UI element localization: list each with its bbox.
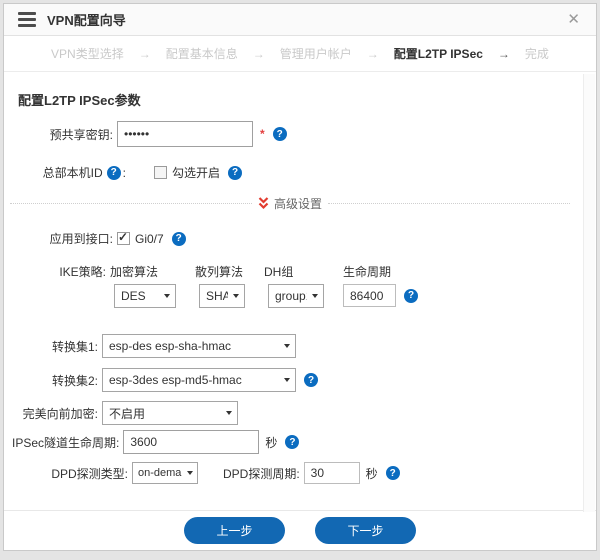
pfs-label: 完美向前加密: [18,405,98,422]
section-title: 配置L2TP IPSec参数 [18,90,570,109]
local-id-help-icon[interactable]: ? [107,166,121,180]
dropdown-arrow-icon [226,411,232,415]
step-arrow-icon: → [367,47,379,61]
transform2-row: 转换集2: esp-3des esp-md5-hmac ? [18,368,570,392]
advanced-settings-label: 高级设置 [274,195,322,212]
dpd-type-value: on-demand [138,467,182,479]
divider-line [328,203,570,204]
local-id-row: 总部本机ID ? : 勾选开启 ? [18,164,570,181]
dpd-row: DPD探测类型: on-demand DPD探测周期: 秒 ? [18,462,570,484]
ike-encryption-value: DES [121,289,146,303]
pfs-select[interactable]: 不启用 [102,401,238,425]
footer: 上一步 下一步 [4,510,596,550]
interface-checkbox[interactable] [117,232,130,245]
dropdown-arrow-icon [233,294,239,298]
local-id-checkbox-label: 勾选开启 [172,164,220,181]
next-button[interactable]: 下一步 [315,517,416,544]
transform1-label: 转换集1: [18,338,98,355]
psk-help-icon[interactable]: ? [273,127,287,141]
ike-hash-select[interactable]: SHA [199,284,245,308]
dpd-interval-unit: 秒 [366,465,378,482]
interface-label: 应用到接口: [18,230,113,247]
ipsec-lifetime-help-icon[interactable]: ? [285,435,299,449]
ike-dh-select[interactable]: group1 [268,284,324,308]
chevron-double-down-icon [258,197,269,210]
transform2-select[interactable]: esp-3des esp-md5-hmac [102,368,296,392]
ike-policy-row: IKE策略: 加密算法 DES 散列算法 SHA DH组 group1 [18,264,570,308]
transform2-help-icon[interactable]: ? [304,373,318,387]
step-basic-info: 配置基本信息 [166,45,238,62]
interface-help-icon[interactable]: ? [172,232,186,246]
dropdown-arrow-icon [284,344,290,348]
dpd-type-label: DPD探测类型: [18,465,128,482]
step-l2tp-ipsec: 配置L2TP IPSec [394,45,483,62]
dpd-interval-help-icon[interactable]: ? [386,466,400,480]
ike-lifetime-input[interactable] [343,284,396,307]
dialog-title: VPN配置向导 [47,10,126,29]
ike-dh-label: DH组 [264,264,324,280]
ike-lifetime-label: 生命周期 [343,264,418,280]
interface-checkbox-label: Gi0/7 [135,232,164,246]
transform1-value: esp-des esp-sha-hmac [109,339,231,353]
local-id-label-group: 总部本机ID ? : [18,164,126,181]
dropdown-arrow-icon [164,294,170,298]
close-icon[interactable]: ✕ [567,12,580,27]
step-arrow-icon: → [498,47,510,61]
psk-input[interactable] [117,121,253,147]
psk-row: 预共享密钥: * ? [18,121,570,147]
step-arrow-icon: → [139,47,151,61]
transform2-label: 转换集2: [18,372,98,389]
ipsec-lifetime-input[interactable] [123,430,259,454]
ike-lifetime-help-icon[interactable]: ? [404,289,418,303]
ike-hash-value: SHA [206,289,228,303]
advanced-settings-toggle[interactable]: 高级设置 [258,195,322,212]
local-id-label: 总部本机ID [43,164,103,181]
vpn-wizard-dialog: VPN配置向导 ✕ VPN类型选择 → 配置基本信息 → 管理用户帐户 → 配置… [3,3,597,551]
ipsec-lifetime-row: IPSec隧道生命周期: 秒 ? [12,430,570,454]
interface-row: 应用到接口: Gi0/7 ? [18,230,570,247]
ike-policy-label: IKE策略: [18,264,106,280]
dpd-interval-input[interactable] [304,462,360,484]
local-id-checkbox[interactable] [154,166,167,179]
divider-line [10,203,252,204]
ike-lifetime-group: 生命周期 ? [343,264,418,307]
local-id-colon: : [123,166,126,180]
local-id-enable-help-icon[interactable]: ? [228,166,242,180]
ipsec-lifetime-label: IPSec隧道生命周期: [12,434,119,451]
wizard-steps: VPN类型选择 → 配置基本信息 → 管理用户帐户 → 配置L2TP IPSec… [4,36,596,72]
dpd-type-select[interactable]: on-demand [132,462,198,484]
ike-hash-label: 散列算法 [195,264,245,280]
ike-encryption-group: 加密算法 DES [110,264,176,308]
ike-encryption-label: 加密算法 [110,264,176,280]
step-vpn-type: VPN类型选择 [51,45,124,62]
ipsec-lifetime-unit: 秒 [265,434,277,451]
psk-label: 预共享密钥: [18,126,113,143]
dropdown-arrow-icon [284,378,290,382]
transform2-value: esp-3des esp-md5-hmac [109,373,242,387]
ike-hash-group: 散列算法 SHA [195,264,245,308]
ike-dh-group: DH组 group1 [264,264,324,308]
prev-button[interactable]: 上一步 [184,517,285,544]
ike-encryption-select[interactable]: DES [114,284,176,308]
step-finish: 完成 [525,45,549,62]
step-user-account: 管理用户帐户 [280,45,352,62]
form-content: 配置L2TP IPSec参数 预共享密钥: * ? 总部本机ID ? : 勾选开… [4,72,596,510]
dropdown-arrow-icon [312,294,318,298]
advanced-divider: 高级设置 [10,197,570,210]
step-arrow-icon: → [253,47,265,61]
dialog-header: VPN配置向导 ✕ [4,4,596,36]
transform1-select[interactable]: esp-des esp-sha-hmac [102,334,296,358]
menu-icon[interactable] [18,12,36,27]
dpd-interval-label: DPD探测周期: [223,465,300,482]
transform1-row: 转换集1: esp-des esp-sha-hmac [18,334,570,358]
required-mark: * [260,127,265,141]
ike-dh-value: group1 [275,289,307,303]
pfs-value: 不启用 [109,405,145,422]
dropdown-arrow-icon [187,471,193,475]
scrollbar-track[interactable] [583,74,595,512]
pfs-row: 完美向前加密: 不启用 [18,401,570,425]
